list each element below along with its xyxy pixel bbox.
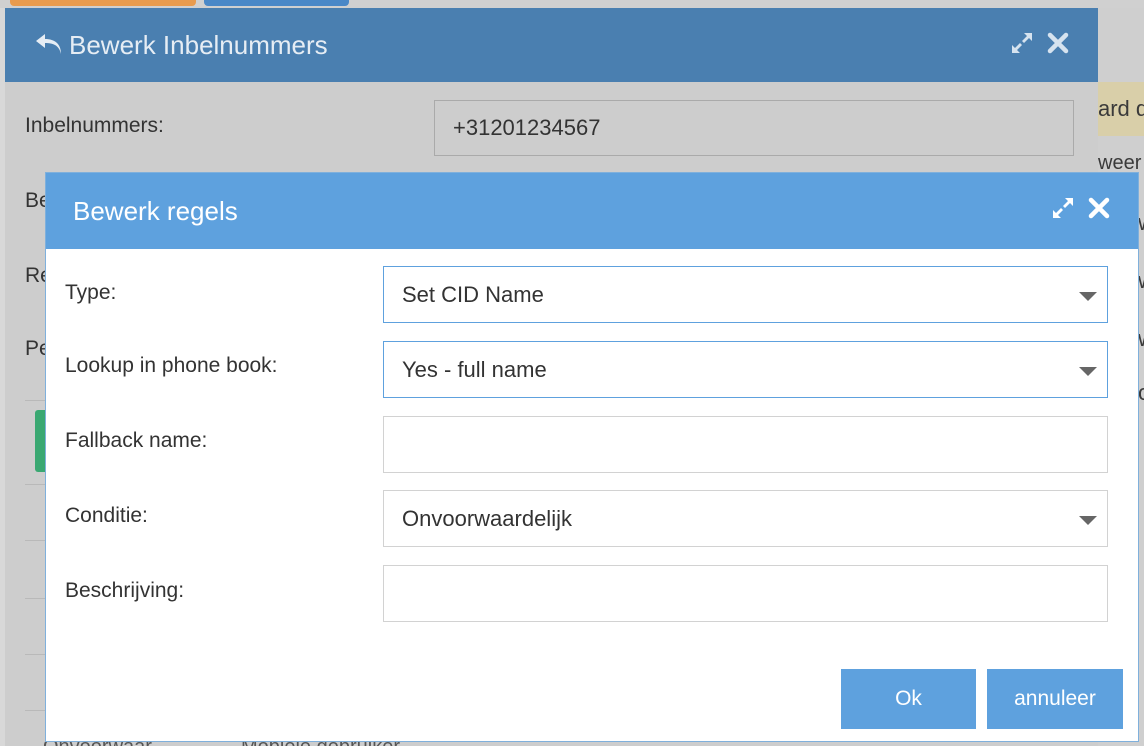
beschrijving-input[interactable] bbox=[383, 565, 1108, 622]
expand-icon[interactable] bbox=[1009, 30, 1035, 56]
type-select-value: Set CID Name bbox=[402, 282, 544, 307]
lookup-phone-book-label: Lookup in phone book: bbox=[65, 354, 278, 377]
conditie-select[interactable]: Onvoorwaardelijk bbox=[383, 490, 1108, 547]
chevron-down-icon bbox=[1079, 367, 1097, 376]
fallback-name-label: Fallback name: bbox=[65, 429, 208, 452]
ok-button[interactable]: Ok bbox=[841, 669, 976, 729]
inner-dialog-controls bbox=[1050, 195, 1112, 221]
back-arrow-icon[interactable] bbox=[33, 30, 67, 60]
beschrijving-label: Beschrijving: bbox=[65, 579, 185, 602]
outer-dialog-header: Bewerk Inbelnummers bbox=[5, 8, 1098, 82]
chevron-down-icon bbox=[1079, 516, 1097, 525]
close-icon[interactable] bbox=[1086, 195, 1112, 221]
background-text: ard d bbox=[1098, 96, 1144, 121]
inbelnummers-label: Inbelnummers: bbox=[25, 114, 164, 137]
bewerk-regels-dialog: Bewerk regels Type: Set CID Name Lookup … bbox=[45, 172, 1139, 742]
inbelnummers-input[interactable]: +31201234567 bbox=[434, 100, 1074, 156]
background-tab-orange bbox=[10, 0, 196, 6]
conditie-label: Conditie: bbox=[65, 504, 148, 527]
lookup-phone-book-select[interactable]: Yes - full name bbox=[383, 341, 1108, 398]
outer-dialog-title-wrap: Bewerk Inbelnummers bbox=[33, 30, 328, 61]
lookup-phone-book-value: Yes - full name bbox=[402, 357, 547, 382]
inner-dialog-title: Bewerk regels bbox=[73, 195, 238, 226]
expand-icon[interactable] bbox=[1050, 195, 1076, 221]
outer-dialog-title: Bewerk Inbelnummers bbox=[69, 29, 328, 60]
close-icon[interactable] bbox=[1045, 30, 1071, 56]
cancel-button[interactable]: annuleer bbox=[987, 669, 1123, 729]
conditie-select-value: Onvoorwaardelijk bbox=[402, 506, 572, 531]
background-tab-blue bbox=[204, 0, 349, 6]
chevron-down-icon bbox=[1079, 292, 1097, 301]
fallback-name-input[interactable] bbox=[383, 416, 1108, 473]
outer-dialog-controls bbox=[1009, 30, 1071, 56]
inner-dialog-header: Bewerk regels bbox=[46, 173, 1138, 249]
type-label: Type: bbox=[65, 281, 117, 304]
type-select[interactable]: Set CID Name bbox=[383, 266, 1108, 323]
green-add-button[interactable] bbox=[35, 410, 45, 472]
